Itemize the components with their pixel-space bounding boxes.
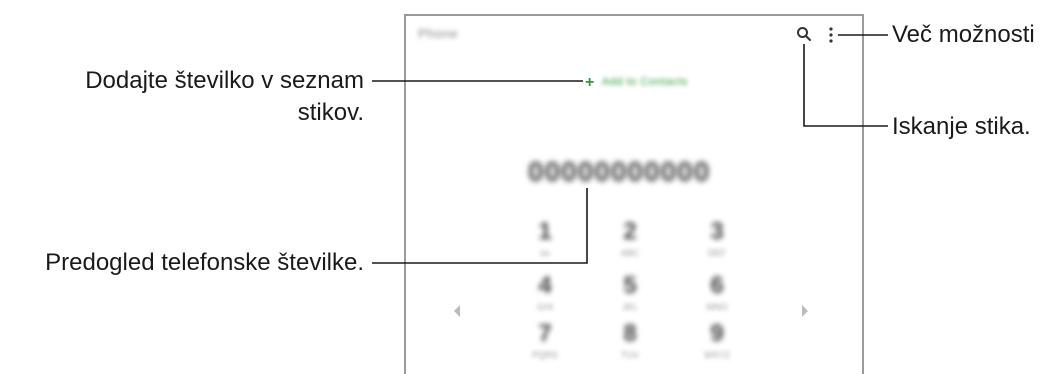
illustration: Phone + Add to Contacts 00000000000 1 2 … [0, 0, 1059, 374]
callout-search-contact: Iskanje stika. [892, 113, 1031, 140]
callout-add-number-line2: stikov. [297, 99, 364, 126]
callout-leader-lines [372, 34, 888, 264]
callout-preview-number: Predogled telefonske številke. [45, 249, 364, 276]
callout-add-number-line1: Dodajte številko v seznam [85, 67, 364, 94]
callout-more-options: Več možnosti [892, 21, 1035, 48]
